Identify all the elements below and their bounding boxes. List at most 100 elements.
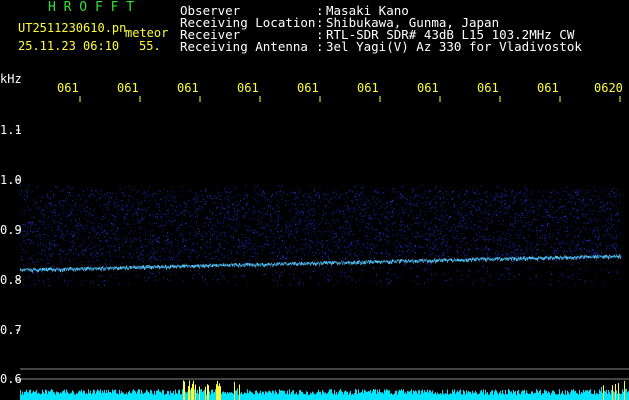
noise-speckle bbox=[204, 252, 206, 254]
noise-speckle bbox=[350, 230, 352, 232]
noise-speckle bbox=[24, 191, 26, 193]
noise-speckle bbox=[218, 206, 220, 208]
noise-speckle bbox=[168, 219, 170, 221]
noise-speckle bbox=[196, 256, 198, 258]
noise-speckle bbox=[401, 221, 403, 223]
noise-speckle bbox=[400, 225, 402, 227]
noise-speckle bbox=[348, 253, 350, 255]
noise-speckle bbox=[71, 249, 72, 251]
noise-speckle bbox=[60, 257, 62, 258]
noise-speckle bbox=[309, 246, 311, 248]
power-bar bbox=[162, 390, 163, 400]
noise-speckle bbox=[61, 231, 63, 233]
noise-speckle bbox=[192, 249, 194, 251]
noise-speckle bbox=[522, 225, 524, 227]
noise-speckle bbox=[328, 207, 330, 209]
noise-speckle bbox=[330, 225, 332, 226]
noise-speckle bbox=[565, 199, 567, 201]
noise-speckle bbox=[606, 227, 608, 229]
noise-speckle bbox=[587, 247, 589, 249]
noise-speckle bbox=[515, 248, 517, 250]
noise-speckle bbox=[504, 245, 506, 247]
noise-speckle bbox=[528, 224, 530, 226]
noise-speckle bbox=[448, 203, 450, 205]
noise-speckle bbox=[484, 193, 486, 195]
noise-speckle bbox=[601, 201, 603, 203]
noise-speckle bbox=[54, 204, 56, 206]
power-bar bbox=[98, 390, 99, 400]
noise-speckle bbox=[258, 221, 260, 223]
noise-speckle bbox=[132, 213, 134, 215]
noise-speckle bbox=[140, 218, 142, 220]
noise-speckle bbox=[237, 211, 238, 213]
noise-speckle bbox=[402, 243, 404, 245]
noise-speckle bbox=[346, 282, 348, 284]
noise-speckle bbox=[54, 245, 56, 247]
noise-speckle bbox=[499, 261, 501, 263]
noise-speckle bbox=[105, 263, 107, 265]
noise-speckle bbox=[193, 234, 195, 236]
noise-speckle bbox=[56, 234, 58, 236]
noise-speckle bbox=[221, 244, 222, 246]
trace-segment bbox=[279, 262, 281, 264]
noise-speckle bbox=[483, 280, 485, 282]
noise-speckle bbox=[75, 249, 77, 251]
noise-speckle bbox=[311, 235, 313, 236]
noise-speckle bbox=[272, 233, 274, 235]
noise-speckle bbox=[27, 278, 29, 280]
noise-speckle bbox=[114, 205, 116, 207]
noise-speckle bbox=[616, 189, 618, 190]
noise-speckle bbox=[106, 205, 108, 207]
noise-speckle bbox=[121, 192, 123, 194]
noise-speckle bbox=[541, 243, 543, 245]
noise-speckle bbox=[564, 191, 566, 193]
noise-speckle bbox=[616, 214, 618, 216]
noise-speckle bbox=[167, 278, 168, 280]
power-bar bbox=[104, 389, 105, 400]
noise-speckle bbox=[221, 192, 223, 194]
noise-speckle bbox=[435, 245, 437, 247]
noise-speckle bbox=[537, 243, 539, 245]
noise-speckle bbox=[492, 236, 494, 238]
noise-speckle bbox=[337, 197, 339, 199]
noise-speckle bbox=[83, 207, 85, 209]
power-bar bbox=[158, 389, 159, 400]
noise-speckle bbox=[460, 254, 462, 256]
noise-speckle bbox=[215, 214, 217, 216]
noise-speckle bbox=[464, 237, 466, 238]
noise-speckle bbox=[369, 203, 371, 205]
noise-speckle bbox=[388, 274, 390, 275]
noise-speckle bbox=[595, 217, 597, 219]
noise-speckle bbox=[480, 212, 482, 214]
noise-speckle bbox=[430, 222, 432, 224]
noise-speckle bbox=[253, 252, 255, 254]
noise-speckle bbox=[376, 273, 377, 275]
noise-speckle bbox=[66, 230, 68, 232]
noise-speckle bbox=[212, 202, 214, 204]
noise-speckle bbox=[508, 243, 510, 245]
noise-speckle bbox=[456, 270, 458, 272]
noise-speckle bbox=[358, 259, 359, 261]
noise-speckle bbox=[196, 243, 198, 245]
noise-speckle bbox=[362, 186, 364, 188]
noise-speckle bbox=[314, 190, 315, 192]
noise-speckle bbox=[410, 203, 412, 205]
noise-speckle bbox=[347, 227, 349, 229]
noise-speckle bbox=[524, 252, 526, 254]
noise-speckle bbox=[228, 218, 230, 220]
noise-speckle bbox=[26, 233, 28, 234]
noise-speckle bbox=[489, 204, 491, 206]
noise-speckle bbox=[115, 215, 117, 217]
noise-speckle bbox=[204, 222, 206, 224]
noise-speckle bbox=[302, 243, 304, 245]
noise-speckle bbox=[205, 278, 206, 280]
noise-speckle bbox=[369, 202, 371, 204]
noise-speckle bbox=[249, 259, 251, 261]
noise-speckle bbox=[107, 192, 109, 194]
noise-speckle bbox=[92, 252, 93, 254]
power-bar bbox=[88, 389, 89, 400]
noise-speckle bbox=[33, 241, 34, 243]
noise-speckle bbox=[524, 193, 526, 195]
noise-speckle bbox=[299, 256, 301, 258]
noise-speckle bbox=[196, 195, 198, 197]
